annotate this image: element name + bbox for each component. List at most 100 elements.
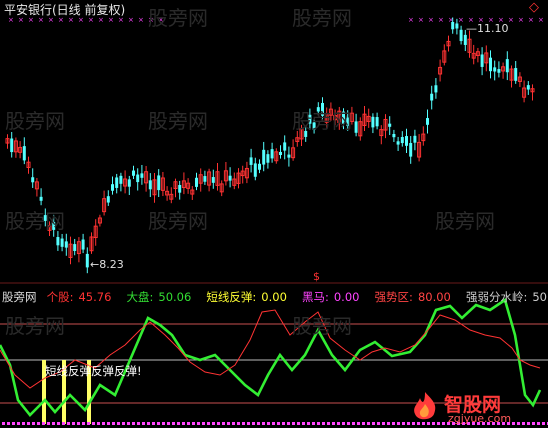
magenta-dot xyxy=(377,422,380,425)
magenta-x-mark: × xyxy=(138,16,144,24)
candle-body xyxy=(203,176,207,182)
magenta-x-mark: × xyxy=(98,16,104,24)
magenta-dot xyxy=(337,422,340,425)
candle-body xyxy=(140,173,144,178)
indicator-title: 股旁网 xyxy=(2,290,37,304)
magenta-dot xyxy=(117,422,120,425)
low-price-label: ←8.23 xyxy=(90,258,124,271)
legend-qiangruo: 强弱分水岭:50.00 xyxy=(465,290,548,304)
magenta-dot xyxy=(297,422,300,425)
magenta-x-mark: × xyxy=(118,16,124,24)
candle-body xyxy=(266,154,270,163)
signal-text: 短线反弹反弹反弹! xyxy=(45,364,142,378)
candle-body xyxy=(388,123,392,127)
candle-body xyxy=(249,157,253,165)
magenta-dot xyxy=(47,422,50,425)
magenta-dot xyxy=(187,422,190,425)
magenta-x-mark: × xyxy=(518,16,524,24)
magenta-dot xyxy=(57,422,60,425)
magenta-dot xyxy=(402,422,405,425)
magenta-dot xyxy=(137,422,140,425)
magenta-dot xyxy=(212,422,215,425)
candle-body xyxy=(455,23,459,29)
candle-body xyxy=(430,93,434,101)
magenta-dot xyxy=(152,422,155,425)
magenta-dot xyxy=(352,422,355,425)
candle-body xyxy=(413,135,417,143)
candle-body xyxy=(119,175,123,184)
candle-body xyxy=(405,136,408,146)
magenta-x-mark: × xyxy=(8,16,14,24)
magenta-dot xyxy=(172,422,175,425)
candle-body xyxy=(31,177,35,183)
magenta-dot xyxy=(2,422,5,425)
candle-body xyxy=(85,253,89,268)
signal-dollar-mark: $ xyxy=(313,270,320,283)
magenta-x-mark: × xyxy=(428,16,434,24)
magenta-dot xyxy=(257,422,260,425)
magenta-dot xyxy=(262,422,265,425)
candle-body xyxy=(39,196,43,201)
watermark: 股旁网 xyxy=(5,109,65,133)
magenta-dot xyxy=(67,422,70,425)
magenta-dot xyxy=(207,422,210,425)
magenta-dot xyxy=(62,422,65,425)
candle-body xyxy=(514,68,518,81)
magenta-dot xyxy=(287,422,290,425)
candle-body xyxy=(371,116,375,128)
candle-body xyxy=(279,151,282,156)
magenta-dot xyxy=(222,422,225,425)
magenta-dot xyxy=(157,422,160,425)
magenta-dot xyxy=(382,422,385,425)
magenta-dot xyxy=(317,422,320,425)
magenta-dot xyxy=(367,422,370,425)
candle-body xyxy=(493,67,497,72)
candle-body xyxy=(56,237,60,246)
magenta-x-mark: × xyxy=(528,16,534,24)
magenta-dot xyxy=(22,422,25,425)
candle-body xyxy=(228,175,232,181)
magenta-dot xyxy=(192,422,195,425)
magenta-dot xyxy=(32,422,35,425)
magenta-dot xyxy=(312,422,315,425)
watermark: 股旁网 xyxy=(292,314,352,338)
candle-body xyxy=(375,117,379,127)
magenta-x-mark: × xyxy=(538,16,544,24)
magenta-x-mark: × xyxy=(88,16,94,24)
magenta-dot xyxy=(147,422,150,425)
magenta-x-mark: × xyxy=(128,16,134,24)
magenta-dot xyxy=(17,422,20,425)
high-price-label: —11.10 xyxy=(466,22,509,35)
magenta-dot xyxy=(362,422,365,425)
candle-body xyxy=(434,85,438,93)
candle-body xyxy=(253,163,257,177)
legend-heima: 黑马: 0.00 xyxy=(301,290,360,304)
brand-logo: 智股网 zgjyue.com xyxy=(408,390,546,426)
brand-url: zgjyue.com xyxy=(448,412,512,425)
magenta-x-mark: × xyxy=(508,16,514,24)
magenta-dot xyxy=(27,422,30,425)
magenta-x-mark: × xyxy=(78,16,84,24)
magenta-dot xyxy=(162,422,165,425)
magenta-x-mark: × xyxy=(408,16,414,24)
legend-gegu: 个股: 45.76 xyxy=(46,290,112,304)
magenta-dot xyxy=(107,422,110,425)
candle-body xyxy=(526,85,530,90)
watermark: 股旁网 xyxy=(5,314,65,338)
candle-body xyxy=(111,184,114,191)
magenta-x-mark: × xyxy=(418,16,424,24)
candle-body xyxy=(148,180,152,190)
candle-body xyxy=(132,170,135,176)
candle-body xyxy=(463,34,467,45)
watermark: 股旁网 xyxy=(148,209,208,233)
magenta-dot xyxy=(142,422,145,425)
candle-body xyxy=(127,179,131,187)
magenta-dot xyxy=(357,422,360,425)
magenta-dot xyxy=(202,422,205,425)
magenta-dot xyxy=(227,422,230,425)
magenta-dot xyxy=(247,422,250,425)
candle-body xyxy=(396,141,400,145)
indicator-legend: 股旁网 个股: 45.76 大盘: 50.06 短线反弹: 0.00 黑马: 0.00 … xyxy=(2,286,548,304)
close-icon[interactable]: ◇ xyxy=(529,1,539,15)
candle-body xyxy=(392,133,396,138)
